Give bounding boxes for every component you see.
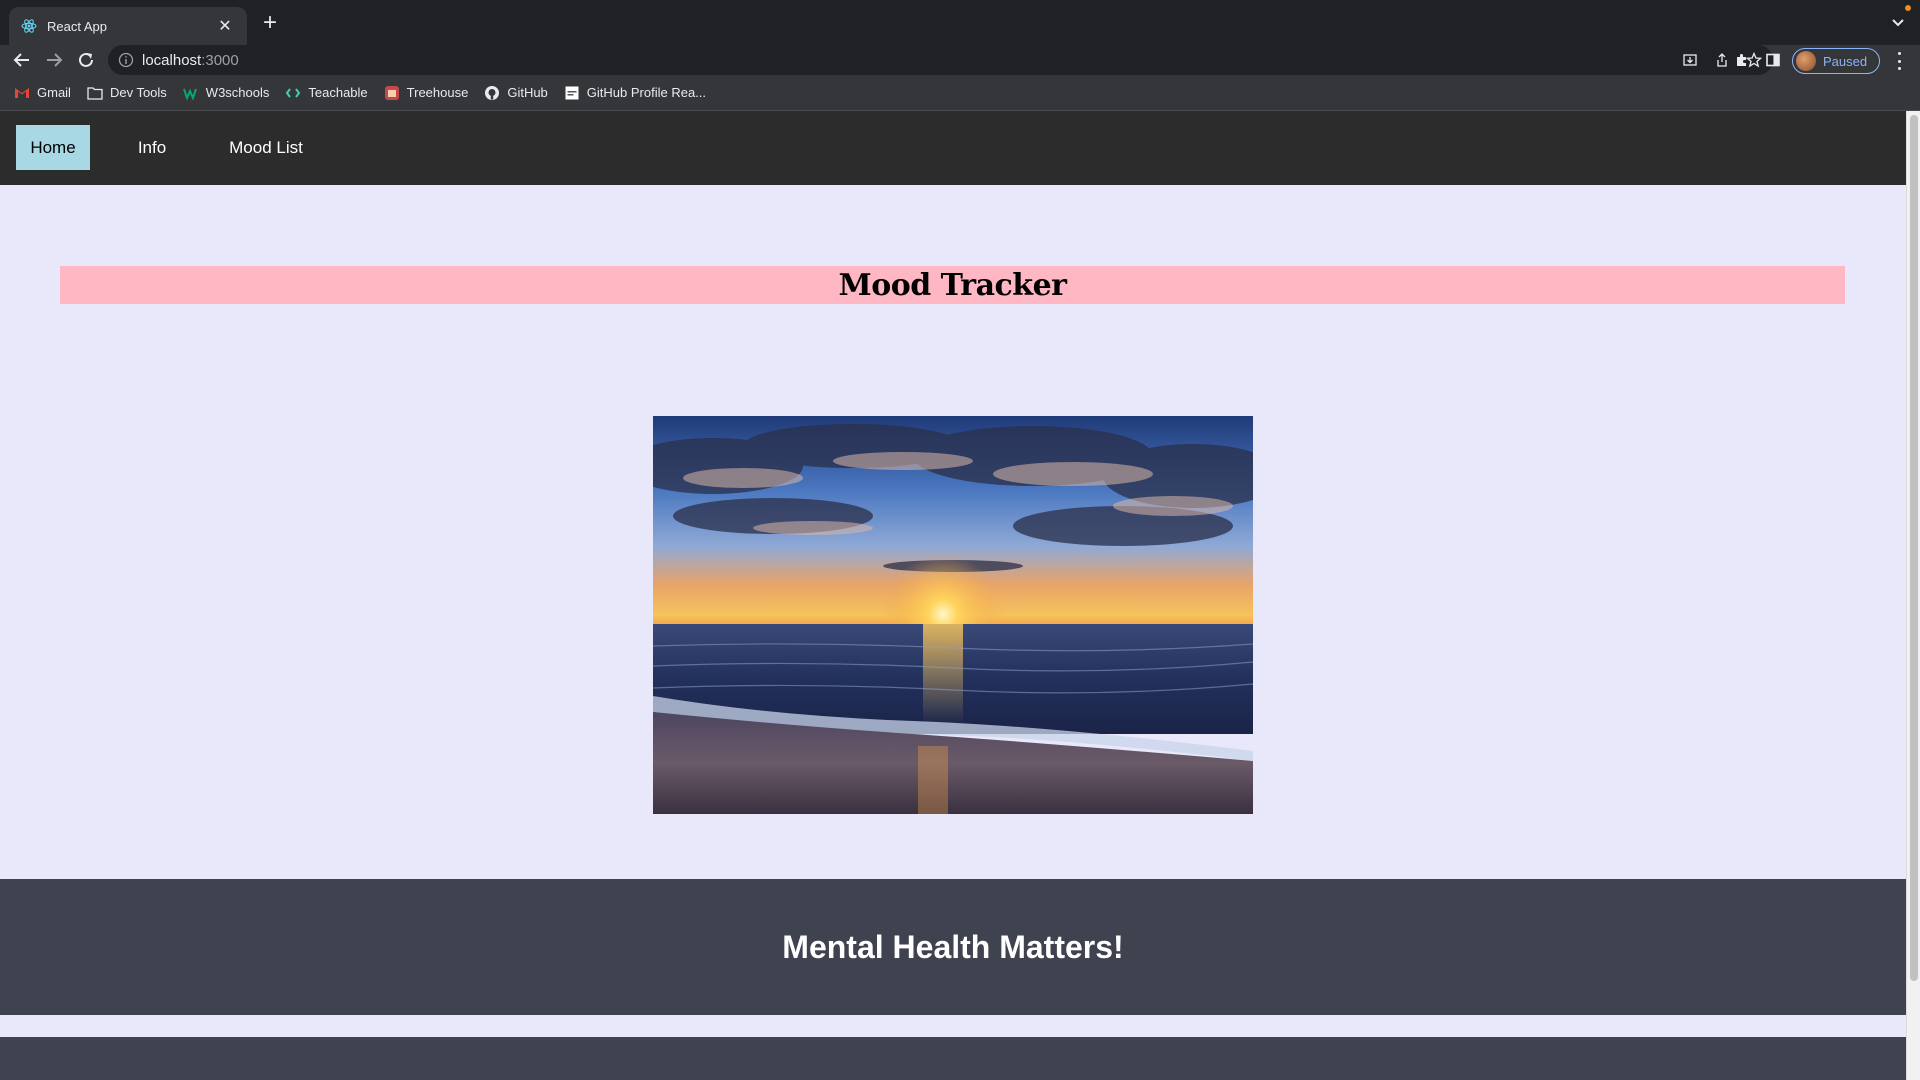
folder-icon <box>87 85 103 101</box>
bookmarks-bar: Gmail Dev Tools W3schools Teachable Tree… <box>0 75 1920 111</box>
scrollbar-thumb[interactable] <box>1910 115 1918 981</box>
info-icon[interactable] <box>118 52 134 68</box>
footer-bottom-bar <box>0 1037 1906 1080</box>
page-viewport: Home Info Mood List Mood Tracker Mental … <box>0 111 1906 1080</box>
profile-status: Paused <box>1823 53 1868 69</box>
browser-tab[interactable]: React App ✕ <box>9 7 247 45</box>
nav-link-info[interactable]: Info <box>128 125 176 170</box>
chevron-down-icon[interactable] <box>1890 14 1906 30</box>
browser-toolbar: localhost:3000 Paused <box>0 45 1920 75</box>
forward-arrow-icon[interactable] <box>42 49 66 71</box>
reload-icon[interactable] <box>74 49 98 71</box>
bookmark-label: GitHub <box>507 85 548 100</box>
treehouse-icon <box>384 85 400 101</box>
browser-tab-strip: React App ✕ + <box>0 0 1920 45</box>
react-icon <box>21 18 37 34</box>
bookmark-label: Treehouse <box>406 85 469 100</box>
new-tab-icon[interactable]: + <box>258 10 282 36</box>
footer-title: Mental Health Matters! <box>782 928 1124 965</box>
side-panel-icon[interactable] <box>1763 51 1783 69</box>
back-arrow-icon[interactable] <box>10 49 34 71</box>
bookmark-label: W3schools <box>205 85 270 100</box>
page-title: Mood Tracker <box>838 267 1067 303</box>
close-icon[interactable]: ✕ <box>215 16 235 36</box>
profile-button[interactable]: Paused <box>1792 48 1880 74</box>
share-icon[interactable] <box>1713 51 1731 69</box>
title-banner: Mood Tracker <box>60 266 1845 304</box>
bookmark-teachable[interactable]: Teachable <box>285 85 368 101</box>
extensions-puzzle-icon[interactable] <box>1732 51 1752 69</box>
avatar <box>1796 51 1816 71</box>
install-app-icon[interactable] <box>1681 51 1699 69</box>
bookmark-label: Gmail <box>37 85 71 100</box>
bookmark-label: Teachable <box>308 85 368 100</box>
bookmark-gmail[interactable]: Gmail <box>14 85 71 101</box>
gmail-icon <box>14 85 30 101</box>
bookmark-treehouse[interactable]: Treehouse <box>384 85 469 101</box>
bookmark-label: GitHub Profile Rea... <box>586 85 707 100</box>
url-host: localhost <box>142 51 202 69</box>
address-bar[interactable]: localhost:3000 <box>108 45 1773 75</box>
bookmark-github[interactable]: GitHub <box>484 85 548 101</box>
bookmark-dev-tools[interactable]: Dev Tools <box>87 85 167 101</box>
beach-sunset-photo <box>653 416 1253 814</box>
menu-kebab-icon[interactable] <box>1894 52 1904 70</box>
vertical-scrollbar[interactable] <box>1906 111 1920 1080</box>
bookmark-github-profile[interactable]: GitHub Profile Rea... <box>564 85 706 101</box>
nav-link-mood-list[interactable]: Mood List <box>220 125 312 170</box>
notification-dot <box>1905 5 1911 11</box>
nav-link-home[interactable]: Home <box>16 125 90 170</box>
url-port: :3000 <box>201 51 239 69</box>
footer: Mental Health Matters! <box>0 879 1906 1015</box>
footer-gap <box>0 1015 1906 1037</box>
bookmark-label: Dev Tools <box>109 85 167 100</box>
w3schools-icon <box>182 85 199 101</box>
tab-title: React App <box>47 18 107 34</box>
bookmark-w3schools[interactable]: W3schools <box>182 85 270 101</box>
page-icon <box>564 85 580 101</box>
github-icon <box>484 85 500 101</box>
teachable-icon <box>285 85 301 101</box>
app-navbar: Home Info Mood List <box>0 111 1906 185</box>
